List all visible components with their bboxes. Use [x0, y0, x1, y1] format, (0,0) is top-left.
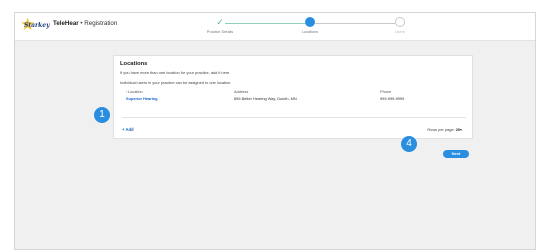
app-section: Registration — [84, 20, 118, 27]
col-header-address[interactable]: Address — [234, 89, 248, 94]
locations-card: Locations If you have more than one loca… — [113, 55, 473, 139]
rows-per-page-label: Rows per page: — [427, 127, 455, 132]
check-icon: ✓ — [216, 17, 224, 27]
top-bar: ★ Starkey TeleHear • Registration ✓ Prac… — [15, 13, 535, 41]
step-label: Practice Details — [206, 30, 234, 34]
card-title: Locations — [120, 61, 148, 67]
next-button[interactable]: Next — [443, 150, 469, 158]
add-location-button[interactable]: + Add — [122, 127, 134, 132]
pending-step-dot-icon — [395, 17, 405, 27]
table-row[interactable]: Superior Hearing 896 Better Hearing Way,… — [122, 96, 466, 102]
chevron-down-icon: ▾ — [460, 127, 462, 132]
card-description-2: Individual users in your practice can be… — [120, 80, 232, 85]
callout-badge-4: 4 — [401, 136, 417, 152]
col-header-location[interactable]: ↑Location — [126, 89, 143, 94]
cell-location[interactable]: Superior Hearing — [126, 96, 158, 101]
registration-stepper: ✓ Practice Details Locations Users — [185, 16, 435, 38]
app-window: ★ Starkey TeleHear • Registration ✓ Prac… — [14, 12, 536, 250]
step-connector-2 — [315, 23, 395, 24]
logo-text: Starkey — [24, 22, 50, 29]
step-label: Users — [395, 30, 405, 34]
table-divider — [122, 117, 466, 118]
card-description-1: If you have more than one location for y… — [120, 70, 231, 75]
step-connector-1 — [225, 23, 305, 24]
app-title: TeleHear • Registration — [53, 20, 117, 27]
cell-address: 896 Better Hearing Way, Duluth, MN — [234, 96, 297, 101]
rows-per-page[interactable]: Rows per page: 20▾ — [427, 127, 462, 132]
cell-phone: 999-999-9999 — [380, 96, 405, 101]
locations-table: ↑Location Address Phone Superior Hearing… — [122, 89, 466, 102]
callout-badge-1: 1 — [94, 107, 110, 123]
starkey-logo: ★ Starkey — [20, 16, 50, 34]
col-header-phone[interactable]: Phone — [380, 89, 391, 94]
step-label: Locations — [301, 30, 319, 34]
table-header: ↑Location Address Phone — [122, 89, 466, 95]
active-step-dot-icon — [305, 17, 315, 27]
app-name: TeleHear — [53, 20, 79, 27]
